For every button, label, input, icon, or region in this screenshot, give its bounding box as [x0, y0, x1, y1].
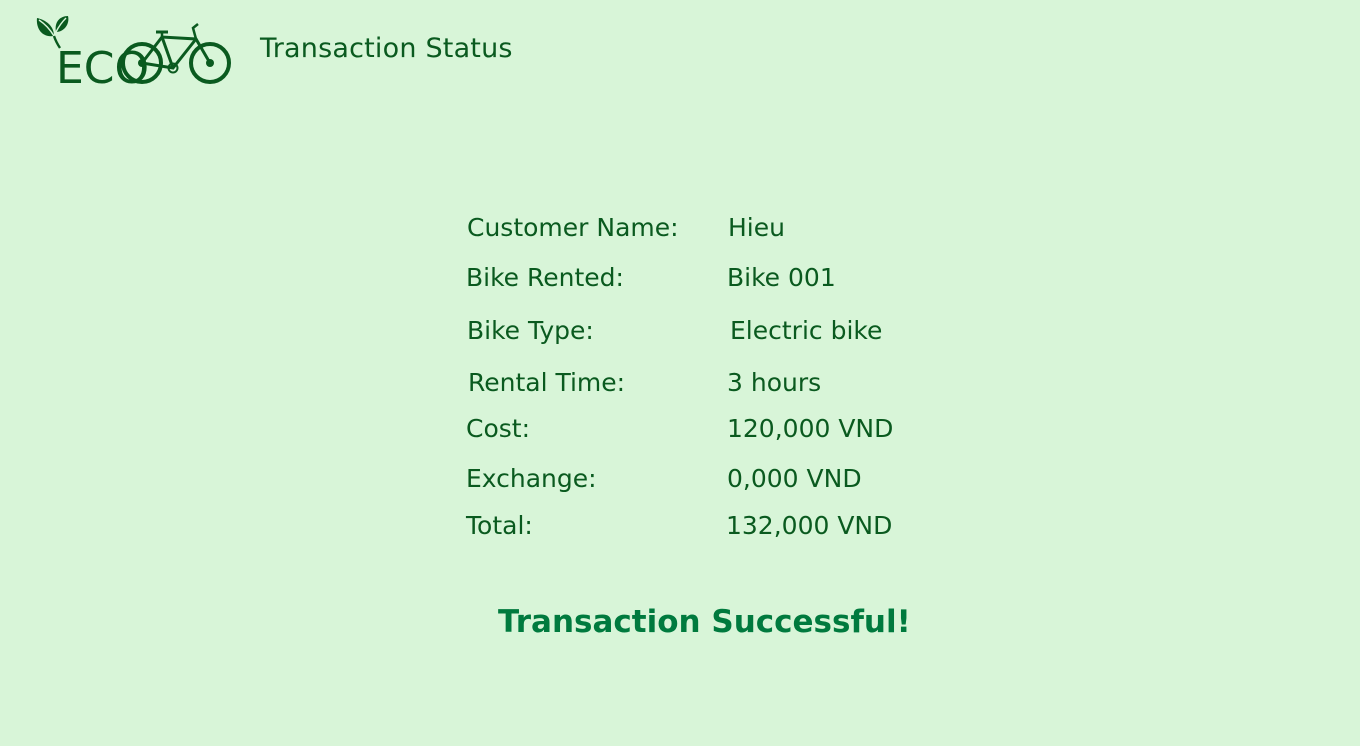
bicycle-icon: ECO	[36, 16, 231, 88]
page-title: Transaction Status	[260, 33, 513, 64]
total-value: 132,000 VND	[726, 511, 893, 540]
cost-label: Cost:	[466, 414, 531, 443]
total-label: Total:	[466, 511, 533, 540]
eco-bike-logo: ECO	[32, 14, 236, 88]
exchange-label: Exchange:	[466, 464, 597, 493]
customer-name-value: Hieu	[728, 213, 785, 242]
exchange-value: 0,000 VND	[727, 464, 862, 493]
bike-type-label: Bike Type:	[467, 316, 594, 345]
transaction-status-message: Transaction Successful!	[498, 604, 911, 640]
rental-time-value: 3 hours	[727, 368, 822, 397]
customer-name-label: Customer Name:	[467, 213, 679, 242]
bike-type-value: Electric bike	[730, 316, 883, 345]
rental-time-label: Rental Time:	[468, 368, 626, 397]
cost-value: 120,000 VND	[727, 414, 894, 443]
bike-rented-label: Bike Rented:	[466, 263, 624, 292]
bike-rented-value: Bike 001	[727, 263, 836, 292]
